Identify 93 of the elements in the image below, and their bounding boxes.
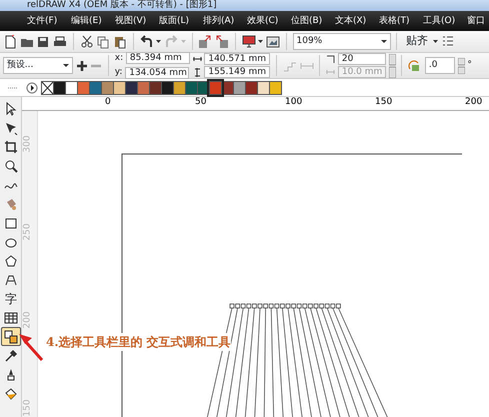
spacing-icon xyxy=(326,68,336,76)
color-swatch[interactable] xyxy=(257,80,270,94)
plus-icon[interactable] xyxy=(76,60,88,72)
ruler-label: 250 xyxy=(22,223,33,241)
export-icon[interactable] xyxy=(215,34,229,48)
steps-field[interactable]: 20 xyxy=(338,53,386,65)
caret-icon[interactable] xyxy=(258,40,264,43)
color-swatch[interactable] xyxy=(173,80,186,94)
zoom-dropdown[interactable]: 109% xyxy=(292,33,390,50)
paste-icon[interactable] xyxy=(113,34,127,48)
menu-item[interactable]: 表格(T) xyxy=(379,11,423,31)
menu-item[interactable]: 文件(F) xyxy=(27,11,71,31)
menu-item[interactable]: 工具(O) xyxy=(423,11,467,31)
axis-label: y: xyxy=(114,66,122,79)
ruler-label: 0 xyxy=(105,97,111,107)
color-swatch[interactable] xyxy=(233,80,246,94)
import-icon[interactable] xyxy=(198,34,212,48)
preset-dropdown[interactable]: 预设... xyxy=(2,57,73,74)
blend-icon[interactable] xyxy=(4,330,18,344)
menu-item[interactable]: 视图(V) xyxy=(115,11,159,31)
color-swatch[interactable] xyxy=(269,80,282,94)
node-pointer-icon[interactable] xyxy=(4,120,18,134)
ruler-label: 100 xyxy=(285,97,302,107)
monitor-icon[interactable] xyxy=(242,34,256,48)
text-tool[interactable]: 字 xyxy=(5,290,17,308)
bucket-icon[interactable] xyxy=(4,386,18,400)
caret-icon xyxy=(380,40,386,43)
shape-icon[interactable] xyxy=(4,272,18,286)
polygon-icon[interactable] xyxy=(4,254,18,268)
color-swatch[interactable] xyxy=(185,80,198,94)
axis-label: x: xyxy=(114,52,124,64)
arrow-pointer xyxy=(19,334,44,361)
ruler-label: 50 xyxy=(195,97,206,107)
no-color-swatch[interactable] xyxy=(41,80,54,94)
options-icon[interactable] xyxy=(441,34,455,48)
picture-icon[interactable] xyxy=(266,34,280,48)
spin-buttons-icon[interactable] xyxy=(388,54,396,78)
ruler-label: 200 xyxy=(22,311,33,329)
color-swatch[interactable] xyxy=(149,80,162,94)
undo-icon[interactable] xyxy=(140,34,154,48)
x-position-field[interactable]: 85.394 mm xyxy=(126,52,190,64)
snap-menu[interactable]: 贴齐 xyxy=(403,33,430,50)
ruler-label: 150 xyxy=(22,399,33,417)
caret-icon[interactable] xyxy=(156,40,162,43)
menu-item[interactable]: 窗口 xyxy=(467,11,485,31)
save-icon[interactable] xyxy=(36,34,50,48)
color-swatch[interactable] xyxy=(77,80,90,94)
paint-icon[interactable] xyxy=(4,196,18,210)
steps-icon xyxy=(326,54,336,64)
color-swatch[interactable] xyxy=(137,80,150,94)
color-swatch[interactable] xyxy=(161,80,174,94)
height-icon xyxy=(192,68,202,76)
height-field[interactable]: 155.149 mm xyxy=(204,66,270,78)
cut-icon[interactable] xyxy=(80,34,94,48)
y-position-field[interactable]: 134.054 mm xyxy=(125,66,190,79)
print-icon[interactable] xyxy=(53,34,67,48)
rotation-field[interactable]: .0 xyxy=(424,57,455,74)
ruler-label: 300 xyxy=(22,135,33,153)
menu-item[interactable]: 位图(B) xyxy=(291,11,335,31)
caret-icon xyxy=(180,40,186,43)
table-icon[interactable] xyxy=(4,310,18,324)
rectangle-icon[interactable] xyxy=(4,216,18,230)
spin-buttons-icon[interactable] xyxy=(458,58,465,74)
color-swatch[interactable] xyxy=(53,80,66,94)
crop-icon[interactable] xyxy=(4,140,18,154)
ruler-label: 150 xyxy=(375,97,392,107)
pointer-icon[interactable] xyxy=(4,102,18,116)
color-swatch[interactable] xyxy=(65,80,78,94)
color-swatch[interactable] xyxy=(113,80,126,94)
new-document-icon[interactable] xyxy=(2,34,17,48)
zoom-icon[interactable] xyxy=(4,158,18,172)
width-icon xyxy=(192,54,202,64)
menu-item[interactable]: 编辑(E) xyxy=(71,11,115,31)
menu-item[interactable]: 版面(L) xyxy=(159,11,203,31)
eyedropper-icon[interactable] xyxy=(4,348,18,362)
color-swatch[interactable] xyxy=(89,80,102,94)
redo-icon xyxy=(164,34,178,48)
color-swatch[interactable] xyxy=(101,80,114,94)
menu-item[interactable]: 排列(A) xyxy=(203,11,247,31)
caret-icon xyxy=(62,64,69,67)
caret-icon[interactable] xyxy=(433,40,438,43)
menu-item[interactable]: 效果(C) xyxy=(247,11,291,31)
menu-item[interactable]: 文本(X) xyxy=(335,11,379,31)
width-field[interactable]: 140.571 mm xyxy=(204,53,270,65)
ruler-label: 200 xyxy=(465,97,482,107)
degree-unit: ° xyxy=(467,58,472,72)
copy-icon[interactable] xyxy=(96,34,110,48)
color-swatch[interactable] xyxy=(125,80,138,94)
color-swatch[interactable] xyxy=(245,80,258,94)
color-swatch[interactable] xyxy=(209,80,222,94)
tool-button[interactable] xyxy=(1,327,21,346)
offset-icon xyxy=(300,60,314,70)
annotation-text: 4.选择工具栏里的 交互式调和工具 xyxy=(46,333,231,351)
